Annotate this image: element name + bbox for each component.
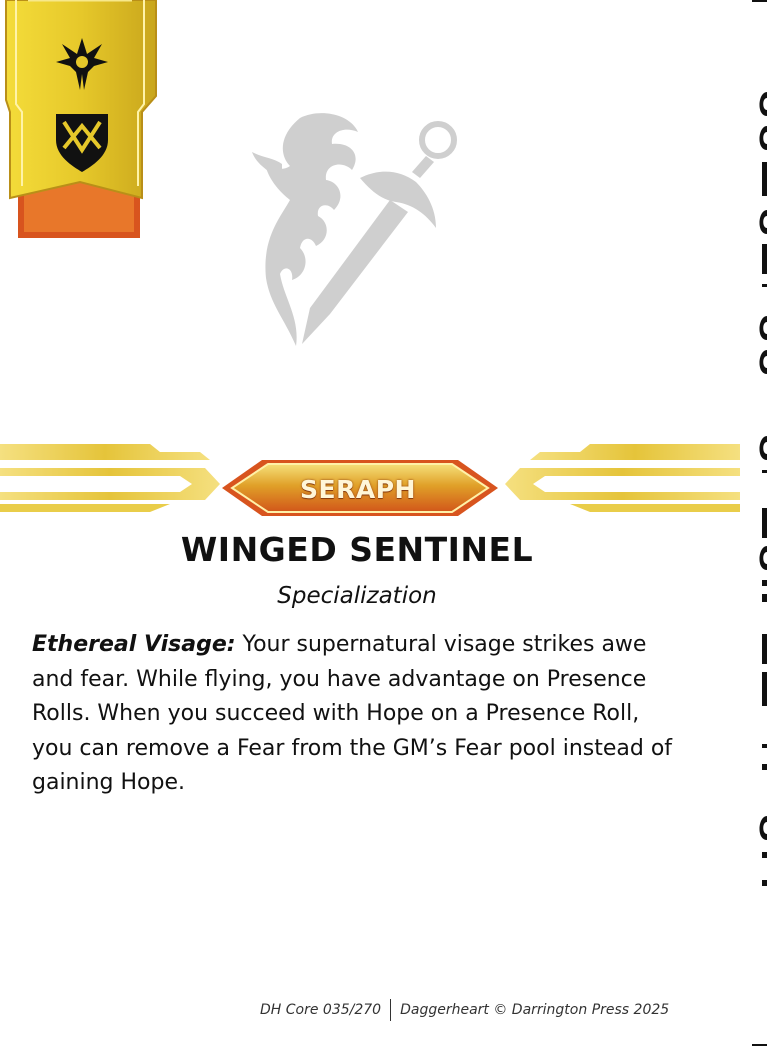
ability-name: Ethereal Visage: xyxy=(32,632,236,657)
seraph-class-emblem xyxy=(252,113,457,346)
edge-decoration xyxy=(752,0,767,1046)
set-number: DH Core 035/270 xyxy=(260,1002,382,1018)
card-title: WINGED SENTINEL xyxy=(180,530,534,569)
footer-separator xyxy=(390,999,392,1021)
card: SERAPH WINGED SENTINEL Specialization Et… xyxy=(0,0,767,1050)
copyright: Daggerheart © Darrington Press 2025 xyxy=(400,1002,670,1018)
card-footer: DH Core 035/270 Daggerheart © Darrington… xyxy=(260,998,690,1022)
ability-description: Ethereal Visage: Your supernatural visag… xyxy=(32,628,682,801)
subclass-badge: SERAPH xyxy=(300,475,416,504)
domain-banner xyxy=(5,0,157,238)
card-type: Specialization xyxy=(277,583,437,609)
